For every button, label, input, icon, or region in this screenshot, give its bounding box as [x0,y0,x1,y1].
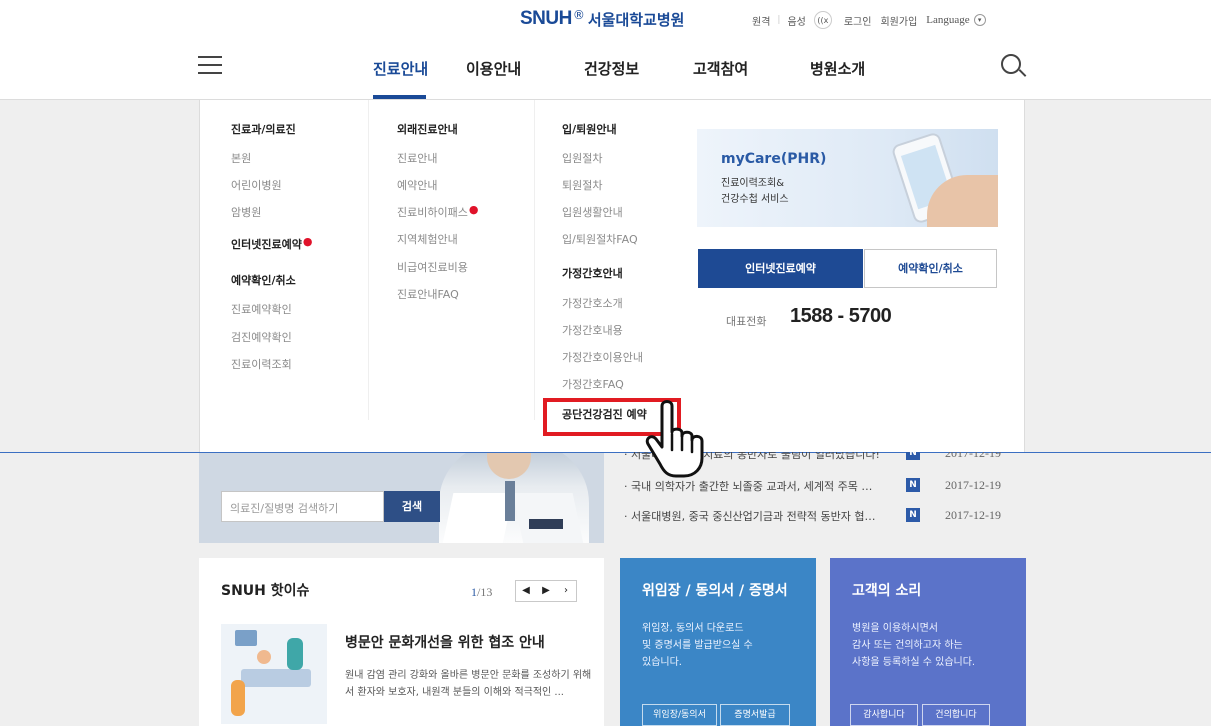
menu-item-online-reservation[interactable]: 인터넷진료예약● [231,235,313,252]
menu-item-hipass[interactable]: 진료비하이패스● [397,203,479,220]
snuh-logo[interactable]: SNUH ® 서울대학교병원 [520,8,684,30]
menu-head-departments[interactable]: 진료과/의료진 [231,121,296,137]
issue-thumbnail[interactable] [221,624,327,724]
column-divider [368,100,369,420]
menu-item[interactable]: 진료이력조회 [231,356,292,372]
play-icon[interactable]: ▶ [536,581,556,601]
certificate-button[interactable]: 증명서발급 [720,704,790,726]
menu-item[interactable]: 진료안내FAQ [397,286,459,302]
nav-item-care[interactable]: 진료안내 [373,58,428,79]
issue-headline[interactable]: 병문안 문화개선을 위한 협조 안내 [345,632,545,652]
phone-label: 대표전화 [726,315,767,328]
nav-item-customer[interactable]: 고객참여 [693,58,748,79]
card-title: 위임장 / 동의서 / 증명서 [642,583,788,599]
language-select[interactable]: Language [926,14,969,26]
nav-item-about[interactable]: 병원소개 [810,58,865,79]
util-divider: | [777,15,781,25]
card-description: 위임장, 동의서 다운로드 및 증명서를 발급받으실 수 있습니다. [642,623,753,668]
nav-item-health[interactable]: 건강정보 [584,58,639,79]
logo-text-ko: 서울대학교병원 [587,10,685,29]
menu-item-label: 인터넷진료예약 [231,238,302,251]
utility-links: 원격 | 음성 ((x 로그인 회원가입 Language ▾ [752,11,986,29]
new-badge: N [906,508,920,522]
menu-item[interactable]: 가정간호이용안내 [562,349,643,365]
join-link[interactable]: 회원가입 [880,13,917,28]
card-title: 고객의 소리 [852,583,922,599]
phr-line: 진료이력조회& [721,178,784,189]
menu-item[interactable]: 암병원 [231,204,261,220]
online-reservation-button[interactable]: 인터넷진료예약 [698,249,863,288]
card-description: 병원을 이용하시면서 감사 또는 건의하고자 하는 사항을 등록하실 수 있습니… [852,623,976,668]
phr-line: 건강수첩 서비스 [721,194,789,205]
menu-item-reservation-check[interactable]: 예약확인/취소 [231,272,296,288]
menu-item[interactable]: 진료예약확인 [231,301,292,317]
column-divider [534,100,535,420]
thanks-button[interactable]: 감사합니다 [850,704,918,726]
consent-form-button[interactable]: 위임장/동의서 [642,704,717,726]
menu-item[interactable]: 입원생활안내 [562,204,623,220]
suggestion-button[interactable]: 건의합니다 [922,704,990,726]
menu-item[interactable]: 어린이병원 [231,177,282,193]
menu-item[interactable]: 퇴원절차 [562,177,602,193]
phr-title: myCare(PHR) [721,151,827,167]
menu-item[interactable]: 가정간호FAQ [562,376,624,392]
hot-issue-panel: SNUH 핫이슈 1/13 ◀ ▶ › 병문안 문화개선을 위한 협조 안내 원… [199,558,604,726]
main-nav: 진료안내 이용안내 건강정보 고객참여 병원소개 [0,38,1211,100]
voice-link[interactable]: 음성 [787,13,805,28]
news-title[interactable]: · 서울대병원, 중국 중신산업기금과 전략적 동반자 협… [624,508,892,524]
documents-card: 위임장 / 동의서 / 증명서 위임장, 동의서 다운로드 및 증명서를 발급받… [620,558,816,726]
top-bar: SNUH ® 서울대학교병원 원격 | 음성 ((x 로그인 회원가입 Lang… [0,0,1211,38]
menu-item[interactable]: 가정간호내용 [562,322,623,338]
menu-item[interactable]: 비급여진료비용 [397,259,468,275]
hot-issue-title: SNUH 핫이슈 [221,583,310,599]
menu-item[interactable]: 예약안내 [397,177,437,193]
menu-head-admission[interactable]: 입/퇴원안내 [562,121,617,137]
menu-item[interactable]: 진료안내 [397,150,437,166]
reservation-check-button[interactable]: 예약확인/취소 [864,249,997,288]
new-dot-icon: ● [302,235,313,248]
menu-item[interactable]: 본원 [231,150,251,166]
active-tab-indicator [373,95,426,99]
menu-item[interactable]: 입원절차 [562,150,602,166]
login-link[interactable]: 로그인 [844,13,872,28]
menu-item[interactable]: 가정간호소개 [562,295,623,311]
news-date: 2017-12-19 [945,508,1001,522]
news-title[interactable]: · 국내 의학자가 출간한 뇌졸중 교과서, 세계적 주목 … [624,478,892,494]
chevron-down-icon[interactable]: ▾ [973,14,986,26]
search-icon[interactable] [1001,54,1027,80]
news-item[interactable]: · 서울대병원, 중국 중신산업기금과 전략적 동반자 협… N 2017-12… [620,506,1030,526]
menu-item[interactable]: 검진예약확인 [231,329,292,345]
phr-description: 진료이력조회& 건강수첩 서비스 [721,176,789,208]
speaker-icon[interactable]: ((x [813,11,832,29]
logo-mark: ® [572,8,585,22]
mycare-phr-banner[interactable]: myCare(PHR) 진료이력조회& 건강수첩 서비스 [697,129,998,227]
phone-number: 1588 - 5700 [790,305,892,327]
pager-total: /13 [477,585,493,599]
menu-head-home-nursing[interactable]: 가정간호안내 [562,265,623,281]
issue-pager: 1/13 [471,585,492,600]
nav-item-usage[interactable]: 이용안내 [466,58,521,79]
next-icon[interactable]: › [556,581,576,601]
search-button[interactable]: 검색 [384,491,440,522]
issue-pager-controls: ◀ ▶ › [515,580,577,602]
remote-link[interactable]: 원격 [752,13,770,28]
menu-item[interactable]: 지역체험안내 [397,231,458,247]
menu-item[interactable]: 입/퇴원절차FAQ [562,231,638,247]
new-dot-icon: ● [468,203,479,216]
menu-head-outpatient[interactable]: 외래진료안내 [397,121,458,137]
news-date: 2017-12-19 [945,478,1001,492]
doctor-search-input[interactable]: 의료진/질병명 검색하기 [221,491,384,522]
issue-summary: 원내 감염 관리 강화와 올바른 병문안 문화를 조성하기 위해서 환자와 보호… [345,670,592,698]
hand-pointer-icon [645,400,704,478]
new-badge: N [906,478,920,492]
prev-icon[interactable]: ◀ [516,581,536,601]
menu-item-label: 진료비하이패스 [397,206,468,219]
logo-text-en: SNUH [520,8,572,29]
customer-voice-card: 고객의 소리 병원을 이용하시면서 감사 또는 건의하고자 하는 사항을 등록하… [830,558,1026,726]
menu-icon[interactable] [198,56,222,74]
